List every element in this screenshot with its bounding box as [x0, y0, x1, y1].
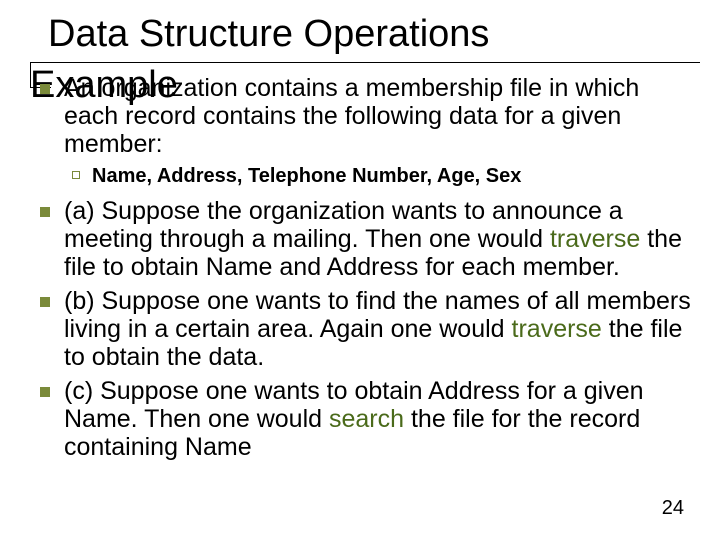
sub-bullet-fields-text: Name, Address, Telephone Number, Age, Se…: [92, 165, 521, 187]
bullet-a-pre: (a) Suppose the organization wants to an…: [64, 197, 623, 253]
bullet-intro: An organization contains a membership fi…: [34, 74, 694, 158]
keyword-traverse: traverse: [512, 315, 602, 343]
title-rule-line: [50, 62, 700, 63]
page-number: 24: [662, 497, 684, 520]
outline-square-bullet-icon: [72, 171, 80, 179]
square-bullet-icon: [40, 84, 50, 94]
keyword-search: search: [329, 405, 404, 433]
square-bullet-icon: [40, 297, 50, 307]
keyword-traverse: traverse: [550, 225, 640, 253]
bullet-b: (b) Suppose one wants to find the names …: [34, 287, 694, 371]
square-bullet-icon: [40, 387, 50, 397]
bullet-a: (a) Suppose the organization wants to an…: [34, 197, 694, 281]
slide: Data Structure Operations Example An org…: [0, 0, 720, 540]
slide-title: Data Structure Operations: [48, 14, 668, 56]
sub-bullet-fields: Name, Address, Telephone Number, Age, Se…: [34, 164, 694, 189]
body: An organization contains a membership fi…: [34, 74, 694, 467]
bullet-c: (c) Suppose one wants to obtain Address …: [34, 377, 694, 461]
bullet-intro-text: An organization contains a membership fi…: [64, 74, 639, 158]
square-bullet-icon: [40, 207, 50, 217]
title-block: Data Structure Operations: [48, 14, 668, 56]
